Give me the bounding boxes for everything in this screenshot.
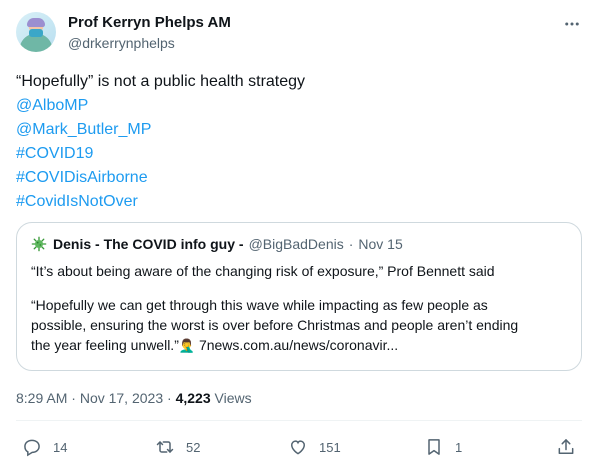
- repost-icon: [156, 441, 174, 453]
- facepalm-emoji-icon: 🤦‍♂️: [178, 338, 196, 353]
- meta-separator-2: ·: [167, 390, 172, 406]
- quoted-line-4-text: the year feeling unwell.”: [31, 337, 179, 353]
- quoted-spacer: [31, 281, 571, 295]
- like-button[interactable]: 151: [288, 437, 341, 457]
- heart-icon: [290, 440, 306, 455]
- quoted-tweet[interactable]: Denis - The COVID info guy - @BigBadDeni…: [16, 222, 582, 371]
- more-icon: [565, 22, 579, 26]
- mention-mark-butler-mp[interactable]: @Mark_Butler_MP: [16, 118, 576, 142]
- hashtag-covid19[interactable]: #COVID19: [16, 142, 576, 166]
- reply-count: 14: [53, 439, 68, 455]
- more-options-button[interactable]: [560, 14, 584, 34]
- quoted-author-name[interactable]: Denis - The COVID info guy -: [53, 236, 244, 252]
- quoted-link[interactable]: 7news.com.au/news/coronavir...: [199, 337, 398, 353]
- meta-separator: ·: [71, 390, 76, 406]
- action-bar: 14 52 151 1: [16, 437, 582, 459]
- quoted-line-1: “It’s about being aware of the changing …: [31, 263, 495, 279]
- reply-icon: [24, 439, 40, 457]
- tweet-meta: 8:29 AM · Nov 17, 2023 · 4,223 Views: [16, 390, 252, 406]
- avatar-mask: [29, 29, 43, 37]
- author-name[interactable]: Prof Kerryn Phelps AM: [68, 14, 231, 31]
- author-handle[interactable]: @drkerrynphelps: [68, 35, 175, 51]
- virus-icon: [31, 236, 47, 252]
- reply-button[interactable]: 14: [22, 437, 67, 457]
- quoted-line-2: “Hopefully we can get through this wave …: [31, 297, 488, 313]
- views-label: Views: [214, 390, 252, 406]
- views-count: 4,223: [175, 390, 211, 406]
- quoted-date[interactable]: Nov 15: [358, 236, 402, 252]
- quoted-author-handle[interactable]: @BigBadDenis: [249, 236, 344, 252]
- quoted-separator: ·: [348, 236, 354, 252]
- like-count: 151: [319, 439, 341, 455]
- avatar-hair: [27, 18, 45, 27]
- tweet-time[interactable]: 8:29 AM: [16, 390, 67, 406]
- quoted-tweet-body: “It’s about being aware of the changing …: [31, 261, 571, 355]
- mention-albomp[interactable]: @AlboMP: [16, 94, 576, 118]
- avatar[interactable]: [16, 12, 56, 52]
- hashtag-covidisairborne[interactable]: #COVIDisAirborne: [16, 166, 576, 190]
- share-button[interactable]: [556, 437, 576, 457]
- share-icon: [558, 439, 574, 454]
- hashtag-covidisnotover[interactable]: #CovidIsNotOver: [16, 190, 576, 214]
- bookmark-button[interactable]: 1: [424, 437, 462, 457]
- divider: [16, 420, 582, 421]
- bookmark-count: 1: [455, 439, 463, 455]
- repost-button[interactable]: 52: [155, 437, 200, 457]
- bookmark-icon: [428, 439, 440, 455]
- repost-count: 52: [186, 439, 201, 455]
- quoted-line-3: possible, ensuring the worst is over bef…: [31, 317, 519, 333]
- tweet-line-0: “Hopefully” is not a public health strat…: [16, 73, 306, 90]
- tweet-date[interactable]: Nov 17, 2023: [80, 390, 163, 406]
- quoted-line-4: the year feeling unwell.”🤦‍♂️ 7news.com.…: [31, 335, 571, 355]
- quoted-tweet-header: Denis - The COVID info guy - @BigBadDeni…: [31, 236, 403, 252]
- tweet-text: “Hopefully” is not a public health strat…: [16, 70, 576, 214]
